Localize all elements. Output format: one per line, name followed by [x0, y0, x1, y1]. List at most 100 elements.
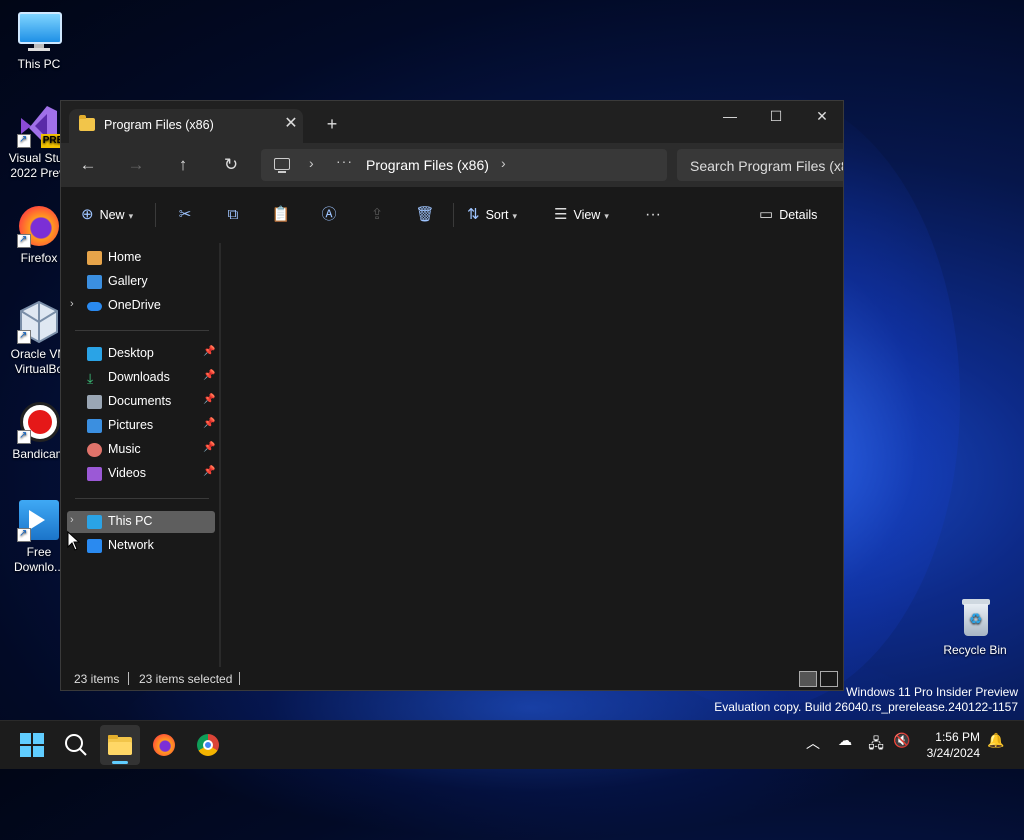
file-list-area[interactable] [221, 243, 843, 667]
desktop-icon-label: Downlo... [13, 560, 65, 574]
firefox-icon [153, 734, 175, 756]
view-button[interactable]: ☰ View ▾ [554, 201, 609, 229]
firefox-taskbar-button[interactable] [144, 725, 184, 765]
view-list-icon: ☰ [554, 206, 568, 223]
desktop-icon-label: VirtualBo [14, 362, 64, 376]
mouse-cursor-icon [67, 531, 81, 551]
search-box[interactable] [677, 149, 843, 181]
desktop-icon-this-pc[interactable]: This PC [1, 10, 77, 72]
pin-icon[interactable]: 📌 [203, 346, 215, 357]
nav-item-desktop[interactable]: Desktop 📌 [67, 343, 215, 365]
nav-label: Pictures [108, 418, 154, 432]
new-tab-button[interactable]: + [321, 113, 343, 135]
navigation-pane[interactable]: Home Gallery › OneDrive Desktop 📌 ⤓ Down… [61, 243, 221, 667]
maximize-button[interactable]: ☐ [753, 101, 799, 131]
nav-item-pictures[interactable]: Pictures 📌 [67, 415, 215, 437]
breadcrumb-current[interactable]: Program Files (x86) [366, 157, 489, 173]
chevron-right-icon[interactable]: › [309, 155, 314, 171]
nav-label: Gallery [108, 274, 148, 288]
close-tab-button[interactable]: ✕ [281, 114, 301, 134]
breadcrumb-overflow[interactable]: ··· [336, 153, 353, 169]
cloud-icon [87, 302, 102, 311]
nav-item-home[interactable]: Home [67, 247, 215, 269]
share-button[interactable]: ⇪ [362, 201, 392, 229]
search-icon [65, 734, 87, 756]
nav-item-network[interactable]: Network [67, 535, 215, 557]
forward-button[interactable]: → [123, 153, 149, 177]
pin-icon[interactable]: 📌 [203, 370, 215, 381]
desktop-icon-label: Recycle Bin [943, 643, 1007, 657]
document-icon [87, 395, 102, 409]
nav-item-onedrive[interactable]: › OneDrive [67, 295, 215, 317]
refresh-button[interactable]: ↻ [218, 153, 244, 177]
paste-button[interactable]: 📋 [266, 201, 296, 229]
chevron-right-icon[interactable]: › [70, 298, 74, 310]
copy-button[interactable]: ⧉ [218, 201, 248, 229]
chevron-right-icon[interactable]: › [70, 514, 74, 526]
minimize-button[interactable]: — [707, 101, 753, 131]
tab-program-files-x86[interactable]: Program Files (x86) ✕ [69, 109, 303, 143]
divider [128, 672, 129, 685]
more-options-button[interactable]: ··· [645, 201, 661, 229]
pin-icon[interactable]: 📌 [203, 466, 215, 477]
chevron-right-icon[interactable]: › [501, 155, 506, 171]
chevron-down-icon: ▾ [512, 211, 518, 221]
nav-item-documents[interactable]: Documents 📌 [67, 391, 215, 413]
desktop-folder-icon [87, 347, 102, 361]
nav-item-this-pc[interactable]: › This PC [67, 511, 215, 533]
nav-label: Documents [108, 394, 172, 408]
divider [155, 203, 156, 227]
breadcrumb[interactable]: › ··· Program Files (x86) › [261, 149, 667, 181]
close-window-button[interactable]: ✕ [799, 101, 843, 131]
title-bar[interactable]: Program Files (x86) ✕ + — ☐ ✕ [61, 101, 843, 143]
details-pane-button[interactable]: ▭ Details [759, 201, 817, 229]
virtualbox-icon [17, 300, 61, 344]
pictures-icon [87, 419, 102, 433]
back-button[interactable]: ← [75, 153, 101, 177]
sort-button[interactable]: ⇅ Sort ▾ [467, 201, 517, 229]
nav-label: Network [108, 538, 154, 552]
bandicam-icon [17, 400, 61, 444]
desktop-icon-label: Oracle VM [10, 347, 68, 361]
pin-icon[interactable]: 📌 [203, 418, 215, 429]
pin-icon[interactable]: 📌 [203, 394, 215, 405]
divider [239, 672, 240, 685]
start-button[interactable] [12, 725, 52, 765]
clock[interactable]: 1:56 PM 3/24/2024 [916, 729, 980, 761]
nav-item-music[interactable]: Music 📌 [67, 439, 215, 461]
nav-label: Videos [108, 466, 146, 480]
network-icon[interactable]: 🖧 [865, 733, 887, 757]
volume-muted-icon[interactable]: 🔇 [891, 733, 913, 749]
show-hidden-icons-button[interactable]: ︿ [802, 733, 824, 753]
rename-button[interactable]: Ⓐ [314, 201, 344, 229]
search-button[interactable] [56, 725, 96, 765]
file-explorer-taskbar-button[interactable] [100, 725, 140, 765]
chrome-taskbar-button[interactable] [188, 725, 228, 765]
nav-item-gallery[interactable]: Gallery [67, 271, 215, 293]
onedrive-offline-icon[interactable]: ☁ [834, 733, 856, 749]
divider [75, 330, 209, 331]
search-input[interactable] [677, 149, 843, 181]
nav-item-videos[interactable]: Videos 📌 [67, 463, 215, 485]
chevron-down-icon: ▾ [128, 211, 134, 221]
new-button[interactable]: ⊕ New ▾ [81, 201, 133, 229]
evaluation-watermark: Windows 11 Pro Insider Preview Evaluatio… [714, 685, 1018, 715]
nav-label: This PC [108, 514, 153, 528]
sort-label: Sort [485, 208, 509, 222]
address-bar: ← → ↑ ↻ › ··· Program Files (x86) › [61, 143, 843, 187]
desktop-icon-recycle-bin[interactable]: ♻ Recycle Bin [937, 596, 1013, 658]
notification-bell-icon[interactable]: 🔔 [985, 733, 1007, 749]
pin-icon[interactable]: 📌 [203, 442, 215, 453]
nav-item-downloads[interactable]: ⤓ Downloads 📌 [67, 367, 215, 389]
taskbar: ︿ ☁ 🖧 🔇 1:56 PM 3/24/2024 🔔 [0, 720, 1024, 769]
this-pc-icon [87, 515, 102, 529]
music-icon [87, 443, 102, 457]
divider [453, 203, 454, 227]
this-pc-icon [274, 158, 290, 173]
divider [75, 498, 209, 499]
file-explorer-window[interactable]: Program Files (x86) ✕ + — ☐ ✕ ← → ↑ ↻ › … [60, 100, 844, 691]
recycle-bin-icon: ♻ [953, 596, 997, 640]
delete-button[interactable]: 🗑 [410, 201, 440, 229]
cut-button[interactable]: ✂ [170, 201, 200, 229]
up-button[interactable]: ↑ [170, 153, 196, 177]
